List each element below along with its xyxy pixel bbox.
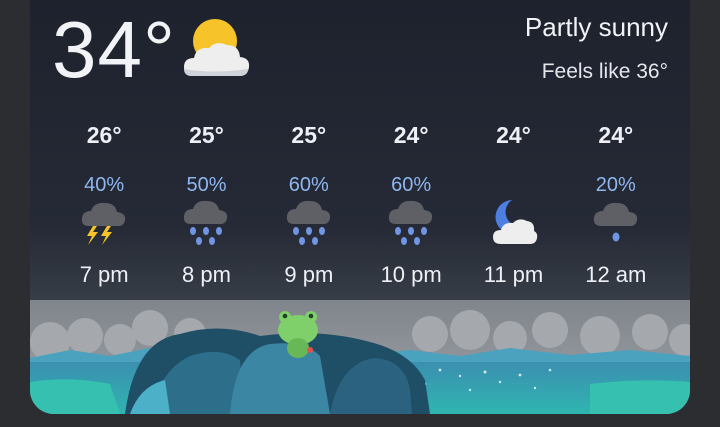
hourly-forecast: 26° 40% 7 pm 25° 50% 8 pm 25° 60% 9 pm 2…	[53, 118, 667, 293]
partly-cloudy-night-icon	[493, 200, 538, 244]
heavy-rain-icon	[389, 200, 433, 245]
current-temperature: 34°	[52, 5, 176, 94]
hourly-time: 7 pm	[79, 262, 129, 287]
hourly-temperature: 26°	[86, 122, 122, 148]
hourly-time: 10 pm	[380, 262, 442, 287]
condition-label: Partly sunny	[524, 12, 668, 42]
hourly-item: 25° 50% 8 pm	[155, 118, 257, 293]
hourly-time: 8 pm	[182, 262, 231, 287]
hourly-temperature: 25°	[189, 122, 224, 148]
weather-card: 34° Partly sunny Feels like 36° 26° 40% …	[30, 0, 690, 414]
precipitation-chance: 50%	[186, 174, 227, 196]
hourly-temperature: 24°	[496, 122, 531, 148]
precipitation-chance: 60%	[288, 174, 329, 196]
partly-sunny-icon	[184, 19, 250, 76]
heavy-rain-icon	[286, 200, 330, 245]
hourly-item: 25° 60% 9 pm	[258, 118, 360, 293]
hourly-time: 11 pm	[483, 262, 544, 287]
hourly-item: 26° 40% 7 pm	[53, 118, 155, 293]
hourly-time: 12 am	[585, 262, 647, 287]
thunderstorm-icon	[82, 202, 126, 245]
heavy-rain-icon	[184, 200, 228, 245]
hourly-item: 24° 20% 12 am	[565, 118, 667, 293]
hourly-temperature: 25°	[291, 122, 327, 148]
light-rain-icon	[593, 202, 637, 242]
hourly-temperature: 24°	[598, 122, 634, 148]
precipitation-chance: 20%	[595, 174, 636, 196]
landscape-illustration	[30, 300, 690, 414]
hourly-item: 24° 60% 10 pm	[360, 118, 462, 293]
hourly-time: 9 pm	[284, 262, 334, 287]
precipitation-chance: 60%	[391, 174, 432, 196]
hourly-temperature: 24°	[393, 122, 429, 148]
precipitation-chance: 40%	[84, 174, 125, 196]
hourly-item: 24° 11 pm	[462, 118, 564, 293]
feels-like-label: Feels like 36°	[541, 60, 668, 83]
